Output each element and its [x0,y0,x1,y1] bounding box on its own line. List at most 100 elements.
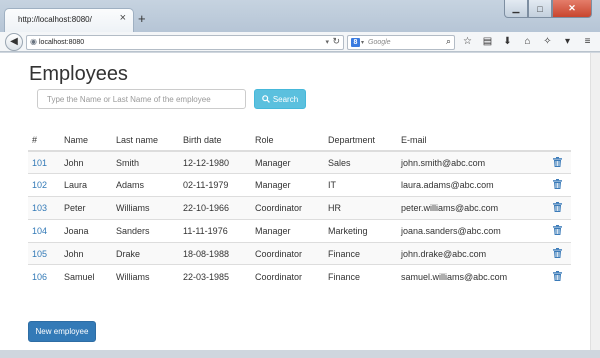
table-row: 103 Peter Williams 22-10-1966 Coordinator HR p… [28,196,571,220]
cell-department: Finance [324,241,397,265]
col-birthdate-header: Birth date [179,129,251,152]
new-employee-button[interactable]: New employee [28,321,96,342]
search-engine-placeholder[interactable]: Google [368,39,391,46]
row-actions [549,241,571,265]
cell-department: Sales [324,150,397,174]
cell-role: Coordinator [251,196,324,220]
bookmarks-menu-icon[interactable]: ▤ [481,35,494,49]
dropdown-icon[interactable]: ▾ [561,35,574,49]
cell-email: joana.sanders@abc.com [397,218,549,243]
url-dropdown-icon[interactable]: ▾ [325,38,329,46]
reload-icon[interactable]: ↻ [332,37,340,46]
row-actions [549,196,571,220]
col-department-header: Department [324,129,397,152]
back-arrow-icon[interactable]: ◀ [5,33,23,51]
col-actions-header [549,129,571,152]
cell-department: Finance [324,264,397,288]
cell-birth-date: 22-03-1985 [179,264,251,288]
col-email-header: E-mail [397,129,549,152]
table-row: 105 John Drake 18-08-1988 Coordinator Finance… [28,241,571,265]
employee-id-link[interactable]: 104 [28,218,60,243]
trash-icon[interactable] [553,224,562,235]
tab-title: http://localhost:8080/ [18,15,92,24]
globe-icon: ◉ [30,37,37,46]
table-header-row: # Name Last name Birth date Role Departm… [28,129,571,152]
cell-name: Joana [60,218,112,243]
col-id-header: # [28,129,60,152]
cell-name: John [60,150,112,174]
row-actions [549,173,571,197]
search-button-label: Search [272,94,299,104]
page-scrollbar[interactable] [590,53,600,350]
trash-icon[interactable] [553,156,562,167]
cell-birth-date: 12-12-1980 [179,150,251,174]
trash-icon[interactable] [553,179,562,190]
table-row: 104 Joana Sanders 11-11-1976 Manager Marketin… [28,218,571,243]
row-actions [549,264,571,288]
close-window-button[interactable]: ✕ [552,0,592,18]
employee-id-link[interactable]: 106 [28,264,60,288]
trash-icon[interactable] [553,247,562,258]
browser-tab[interactable]: http://localhost:8080/ × [4,8,134,32]
cell-email: john.smith@abc.com [397,150,549,174]
maximize-button[interactable]: □ [528,0,552,18]
employees-table: # Name Last name Birth date Role Departm… [28,129,571,288]
cell-email: laura.adams@abc.com [397,173,549,197]
cell-department: IT [324,173,397,197]
search-engine-dropdown-icon[interactable]: ▾ [361,39,364,46]
bookmark-star-icon[interactable]: ☆ [461,35,474,49]
cell-email: samuel.williams@abc.com [397,264,549,288]
hamburger-menu-icon[interactable]: ≡ [581,35,594,49]
cell-last-name: Drake [112,241,179,265]
cell-role: Coordinator [251,241,324,265]
cell-birth-date: 18-08-1988 [179,241,251,265]
tab-close-icon[interactable]: × [120,13,126,24]
table-row: 101 John Smith 12-12-1980 Manager Sales john.s… [28,150,571,174]
cell-name: Peter [60,196,112,220]
window-controls: ▁ □ ✕ [504,0,592,18]
download-icon[interactable]: ⬇ [501,35,514,49]
address-bar[interactable]: ◉ localhost:8080 ▾ ↻ [26,35,344,50]
table-row: 106 Samuel Williams 22-03-1985 Coordinator Fi… [28,264,571,288]
cell-birth-date: 22-10-1966 [179,196,251,220]
magnifier-icon[interactable]: ⌕ [446,37,451,46]
row-actions [549,218,571,243]
browser-statusbar [0,350,600,358]
col-role-header: Role [251,129,324,152]
trash-icon[interactable] [553,270,562,281]
browser-search-bar[interactable]: 8 ▾ Google ⌕ [347,35,455,50]
browser-toolbar: ☆ ▤ ⬇ ⌂ ✧ ▾ ≡ [461,35,594,49]
cell-email: john.drake@abc.com [397,241,549,265]
employee-id-link[interactable]: 102 [28,173,60,197]
cell-role: Manager [251,150,324,174]
search-button[interactable]: Search [254,89,306,109]
search-icon [262,95,270,103]
col-name-header: Name [60,129,112,152]
trash-icon[interactable] [553,201,562,212]
cell-name: Samuel [60,264,112,288]
url-text[interactable]: localhost:8080 [39,39,84,46]
cell-department: HR [324,196,397,220]
new-tab-button[interactable]: + [138,12,146,25]
page-content: Employees Search # Name Last name Birth … [0,53,590,350]
cell-role: Manager [251,173,324,197]
extension-icon[interactable]: ✧ [541,35,554,49]
table-row: 102 Laura Adams 02-11-1979 Manager IT laura.ad… [28,173,571,197]
cell-email: peter.williams@abc.com [397,196,549,220]
cell-role: Coordinator [251,264,324,288]
col-lastname-header: Last name [112,129,179,152]
cell-birth-date: 02-11-1979 [179,173,251,197]
home-icon[interactable]: ⌂ [521,35,534,49]
browser-navbar: ◀ ◉ localhost:8080 ▾ ↻ 8 ▾ Google ⌕ ☆ ▤ … [0,32,600,52]
employee-search-input[interactable] [37,89,246,109]
employee-id-link[interactable]: 105 [28,241,60,265]
employee-id-link[interactable]: 101 [28,150,60,174]
browser-titlebar: http://localhost:8080/ × + ▁ □ ✕ [0,0,600,32]
cell-name: John [60,241,112,265]
cell-last-name: Williams [112,196,179,220]
google-logo-icon[interactable]: 8 [351,38,360,47]
cell-birth-date: 11-11-1976 [179,218,251,243]
minimize-button[interactable]: ▁ [504,0,528,18]
cell-department: Marketing [324,218,397,243]
employee-id-link[interactable]: 103 [28,196,60,220]
